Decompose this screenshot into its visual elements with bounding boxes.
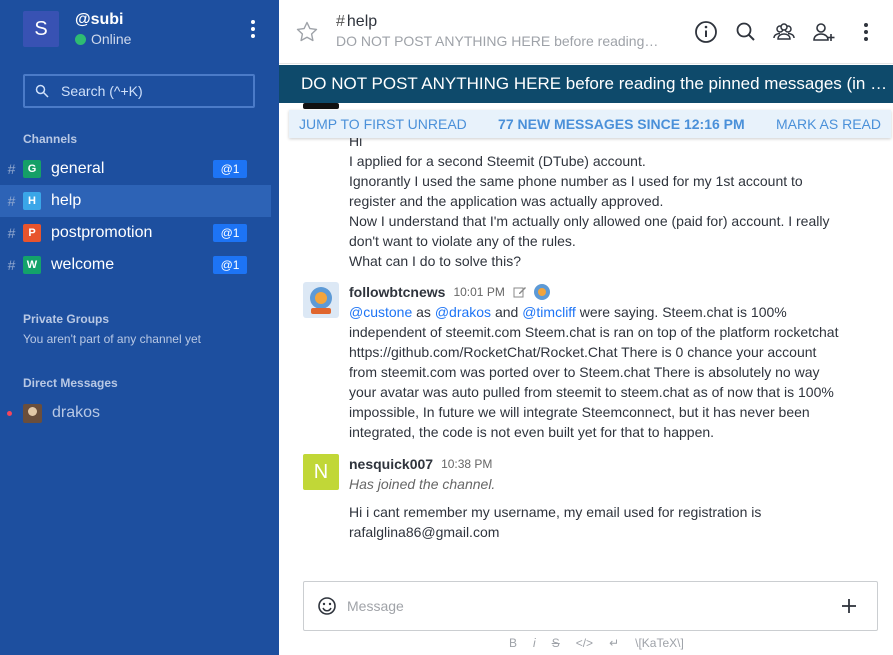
username: @subi	[75, 11, 124, 28]
channel-avatar: H	[23, 192, 41, 210]
mention-badge: @1	[213, 160, 247, 178]
search-button[interactable]: Search (^+K)	[23, 74, 255, 108]
info-icon[interactable]	[693, 19, 719, 45]
jump-to-first-unread-button[interactable]: JUMP TO FIRST UNREAD	[299, 116, 467, 132]
sidebar: S @subi Online Search (^+K) Channels # G…	[0, 0, 279, 655]
message-time: 10:38 PM	[441, 457, 493, 471]
search-icon[interactable]	[733, 19, 759, 45]
message-line: Now I understand that I'm actually only …	[349, 213, 830, 229]
mention-badge: @1	[213, 256, 247, 274]
search-icon	[35, 84, 49, 98]
mention-link[interactable]: @timcliff	[522, 304, 576, 320]
plus-icon[interactable]	[839, 596, 859, 616]
message-line: https://github.com/RocketChat/Rocket.Cha…	[349, 344, 817, 360]
mention-badge: @1	[213, 224, 247, 242]
unread-bar: JUMP TO FIRST UNREAD 77 NEW MESSAGES SIN…	[289, 110, 891, 138]
italic-button[interactable]: i	[533, 636, 536, 650]
user-avatar[interactable]: S	[23, 11, 59, 47]
strike-button[interactable]: S	[552, 636, 560, 650]
private-groups-note: You aren't part of any channel yet	[23, 332, 201, 346]
message-line: I applied for a second Steemit (DTube) a…	[349, 153, 646, 169]
hash-icon: #	[7, 193, 16, 209]
followbtcnews-avatar[interactable]	[303, 282, 339, 318]
new-messages-count: 77 NEW MESSAGES SINCE 12:16 PM	[498, 116, 745, 132]
members-icon[interactable]	[771, 19, 797, 45]
hash-icon: #	[7, 257, 16, 273]
user-status: Online	[75, 31, 131, 47]
multiline-icon[interactable]: ↵	[609, 636, 619, 650]
kebab-menu-icon[interactable]	[853, 19, 879, 45]
sidebar-item-welcome[interactable]: # W welcome @1	[0, 249, 271, 281]
direct-messages-title: Direct Messages	[23, 376, 118, 390]
system-message: Has joined the channel.	[349, 476, 496, 492]
sidebar-item-postpromotion[interactable]: # P postpromotion @1	[0, 217, 271, 249]
sidebar-item-help[interactable]: # H help	[0, 185, 271, 217]
katex-button[interactable]: \[KaTeX\]	[635, 636, 684, 650]
channels-section-title: Channels	[23, 132, 78, 146]
emoji-icon[interactable]	[317, 596, 337, 616]
status-label: Online	[91, 31, 132, 47]
add-user-icon[interactable]	[811, 19, 837, 45]
drakos-avatar	[23, 403, 42, 423]
online-status-icon	[75, 33, 86, 45]
message-line: independent of steemit.com Steem.chat is…	[349, 324, 839, 340]
nesquick007-avatar[interactable]: N	[303, 454, 339, 490]
message-body: nesquick007 10:38 PM Has joined the chan…	[349, 454, 849, 542]
message-line: impossible, In future we will integrate …	[349, 404, 810, 420]
channel-avatar: G	[23, 160, 41, 178]
message-time: 10:01 PM	[453, 285, 505, 299]
hash-icon: #	[7, 161, 16, 177]
bold-button[interactable]: B	[509, 636, 517, 650]
message-username[interactable]: followbtcnews	[349, 284, 445, 300]
message-line: @custone as @drakos and @timcliff were s…	[349, 304, 787, 320]
message-username[interactable]: nesquick007	[349, 456, 433, 472]
private-groups-title: Private Groups	[23, 312, 110, 326]
mention-link[interactable]: @drakos	[435, 304, 491, 320]
channel-name: postpromotion	[51, 224, 153, 241]
room-header: # help DO NOT POST ANYTHING HERE before r…	[279, 0, 893, 64]
message-input[interactable]	[347, 598, 827, 614]
channel-avatar: P	[23, 224, 41, 242]
channel-avatar: W	[23, 256, 41, 274]
message-line: don't want to violate any of the rules.	[349, 233, 576, 249]
star-icon[interactable]	[295, 20, 319, 44]
main-area: # help DO NOT POST ANYTHING HERE before r…	[279, 0, 893, 655]
edited-icon	[513, 287, 526, 298]
sidebar-item-general[interactable]: # G general @1	[0, 153, 271, 185]
message-line: register and the application was actuall…	[349, 193, 664, 209]
search-label: Search (^+K)	[61, 83, 143, 99]
unread-dot-icon	[7, 410, 12, 416]
message-body: followbtcnews 10:01 PM @custone as @drak…	[349, 282, 849, 442]
mark-as-read-button[interactable]: MARK AS READ	[776, 116, 881, 132]
message-body: Hi I applied for a second Steemit (DTube…	[349, 131, 849, 271]
message-line: Hi i cant remember my username, my email…	[349, 504, 762, 520]
editor-avatar-icon	[533, 284, 550, 300]
hash-icon: #	[7, 225, 16, 241]
sidebar-menu-kebab-icon[interactable]	[243, 15, 263, 43]
message-line: your avatar was auto pulled from steemit…	[349, 384, 834, 400]
message-header: nesquick007 10:38 PM	[349, 454, 849, 474]
hash-icon: #	[336, 13, 345, 30]
channel-name: help	[51, 192, 82, 209]
message-header: followbtcnews 10:01 PM	[349, 282, 849, 302]
message-line: rafalglina86@gmail.com	[349, 524, 500, 540]
sidebar-item-drakos[interactable]: drakos	[0, 403, 271, 423]
message-line: Ignorantly I used the same phone number …	[349, 173, 803, 189]
user-info[interactable]: S @subi Online	[23, 11, 263, 47]
formatting-toolbar: B i S </> ↵ \[KaTeX\]	[509, 635, 684, 651]
room-name: help	[346, 13, 378, 30]
message-line: integrated, the code is not even built y…	[349, 424, 715, 440]
message-composer	[303, 581, 878, 631]
dm-name: drakos	[52, 404, 101, 421]
announcement-banner[interactable]: DO NOT POST ANYTHING HERE before reading…	[279, 65, 893, 103]
message-line: from steemit.com was ported over to Stee…	[349, 364, 820, 380]
room-topic: DO NOT POST ANYTHING HERE before reading…	[336, 33, 659, 49]
code-button[interactable]: </>	[576, 636, 593, 650]
channel-name: welcome	[51, 256, 115, 273]
mention-link[interactable]: @custone	[349, 304, 412, 320]
message-line: What can I do to solve this?	[349, 253, 521, 269]
channel-name: general	[51, 160, 105, 177]
room-title: # help	[336, 13, 377, 31]
message-avatar	[303, 103, 339, 109]
